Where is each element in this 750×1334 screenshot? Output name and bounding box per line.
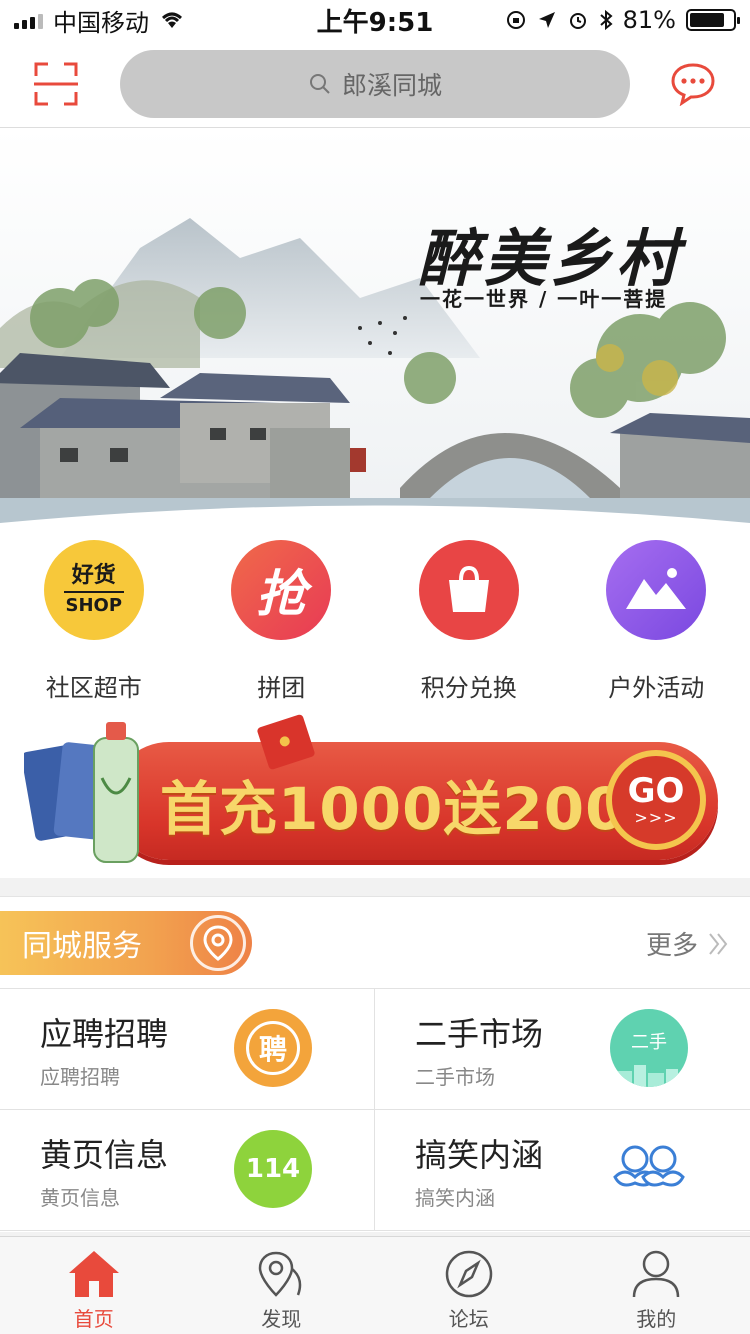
service-item-subtitle: 搞笑内涵 <box>415 1186 495 1210</box>
battery-fill <box>689 13 724 27</box>
search-icon <box>309 74 330 94</box>
recruit-icon: 聘 <box>234 1009 312 1087</box>
chat-bubble-icon <box>671 63 715 107</box>
service-item-secondhand[interactable]: 二手市场 二手市场 二手 <box>375 989 750 1110</box>
battery-icon <box>685 9 740 31</box>
service-item-subtitle: 应聘招聘 <box>40 1065 120 1089</box>
secondhand-icon-char: 二手 <box>631 1032 667 1053</box>
city-service-section: 同城服务 更多 应聘招聘 应聘招聘 聘 二手市场 二手市场 二手 黄页信息 黄页… <box>0 896 750 1232</box>
service-item-yellow-pages[interactable]: 黄页信息 黄页信息 114 <box>0 1110 375 1231</box>
alarm-icon <box>569 13 586 29</box>
service-item-subtitle: 二手市场 <box>415 1065 495 1089</box>
tab-mine[interactable]: 我的 <box>563 1237 750 1334</box>
location-pin-icon <box>190 915 246 971</box>
tab-discover[interactable]: 发现 <box>188 1237 376 1334</box>
banner-subtitle: 一花一世界 / 一叶一菩提 <box>420 287 668 311</box>
app-page: 中国移动 上午9:51 81% 郎溪同城 醉美乡村 一花一世界 / 一叶一菩提 … <box>0 0 750 1334</box>
tab-label: 我的 <box>636 1307 677 1331</box>
shop-icon-bottom: SHOP <box>65 595 123 616</box>
search-placeholder: 郎溪同城 <box>341 71 442 100</box>
promo-text: 首充1000送200 <box>160 775 627 843</box>
category-label: 拼团 <box>257 674 306 702</box>
service-item-subtitle: 黄页信息 <box>40 1186 120 1210</box>
top-header: 郎溪同城 <box>0 40 750 128</box>
mustache-faces-icon <box>610 1130 688 1208</box>
service-item-title: 二手市场 <box>415 1015 544 1053</box>
shop-icon-divider <box>63 591 124 593</box>
phone-114-label: 114 <box>245 1154 301 1184</box>
service-title-tag: 同城服务 <box>0 911 252 975</box>
category-points-exchange[interactable]: 积分兑换 <box>375 528 563 718</box>
tab-label: 首页 <box>73 1307 114 1331</box>
category-label: 积分兑换 <box>420 674 517 702</box>
category-outdoor[interactable]: 户外活动 <box>563 528 750 718</box>
user-icon <box>633 1250 680 1298</box>
bluetooth-icon <box>599 9 613 31</box>
double-chevron-right-icon <box>709 932 728 955</box>
message-button[interactable] <box>670 62 716 107</box>
grab-icon: 抢 <box>231 540 332 640</box>
recruit-icon-char: 聘 <box>246 1021 300 1075</box>
service-item-jokes[interactable]: 搞笑内涵 搞笑内涵 <box>375 1110 750 1231</box>
service-item-title: 应聘招聘 <box>40 1015 169 1053</box>
service-item-title: 黄页信息 <box>40 1136 169 1174</box>
promo-products-image <box>24 722 139 863</box>
home-icon <box>68 1251 119 1297</box>
category-grid: 好货 SHOP 社区超市 抢 拼团 积分兑换 户外活动 <box>0 528 750 718</box>
tab-label: 发现 <box>261 1307 302 1331</box>
more-label: 更多 <box>645 931 698 961</box>
service-title: 同城服务 <box>22 929 142 964</box>
status-bar: 中国移动 上午9:51 81% <box>0 0 750 40</box>
status-left: 中国移动 <box>14 3 264 38</box>
category-label: 社区超市 <box>45 674 142 702</box>
more-link[interactable]: 更多 <box>646 925 730 962</box>
service-grid: 应聘招聘 应聘招聘 聘 二手市场 二手市场 二手 黄页信息 黄页信息 114 搞… <box>0 989 750 1231</box>
rotation-lock-icon <box>506 11 525 29</box>
carrier-label: 中国移动 <box>53 8 149 37</box>
promo-go-arrows: >>> <box>634 807 678 827</box>
secondhand-icon: 二手 <box>610 1009 688 1087</box>
shopping-bag-icon <box>418 540 519 640</box>
battery-percent: 81% <box>622 6 676 34</box>
scan-button[interactable] <box>34 62 78 106</box>
tab-forum[interactable]: 论坛 <box>375 1237 563 1334</box>
shop-icon-top: 好货 <box>71 563 116 588</box>
wifi-icon <box>162 12 182 28</box>
scan-icon <box>34 62 78 106</box>
tab-label: 论坛 <box>448 1307 489 1331</box>
promo-banner[interactable]: 首充1000送200 GO >>> <box>0 713 750 878</box>
hero-banner[interactable]: 醉美乡村 一花一世界 / 一叶一菩提 <box>0 128 750 528</box>
grab-icon-char: 抢 <box>256 564 307 623</box>
bottom-tab-bar: 首页 发现 论坛 我的 <box>0 1236 750 1334</box>
compass-icon <box>445 1250 492 1298</box>
mountain-icon <box>606 540 707 640</box>
phone-114-icon: 114 <box>234 1130 312 1208</box>
tab-home[interactable]: 首页 <box>0 1237 188 1334</box>
search-input[interactable]: 郎溪同城 <box>120 50 630 118</box>
promo-go-button[interactable]: GO >>> <box>606 750 706 850</box>
service-item-recruitment[interactable]: 应聘招聘 应聘招聘 聘 <box>0 989 375 1110</box>
map-pin-icon <box>258 1251 302 1297</box>
category-community-market[interactable]: 好货 SHOP 社区超市 <box>0 528 188 718</box>
status-time: 上午9:51 <box>316 7 434 38</box>
category-label: 户外活动 <box>608 674 705 702</box>
category-group-buy[interactable]: 抢 拼团 <box>188 528 376 718</box>
status-right: 81% <box>486 6 740 34</box>
service-item-title: 搞笑内涵 <box>415 1136 544 1174</box>
location-arrow-icon <box>538 12 555 28</box>
village-painting <box>0 128 750 528</box>
shop-icon: 好货 SHOP <box>43 540 144 640</box>
service-header: 同城服务 更多 <box>0 897 750 989</box>
promo-go-label: GO <box>627 770 685 811</box>
signal-icon <box>14 11 43 29</box>
